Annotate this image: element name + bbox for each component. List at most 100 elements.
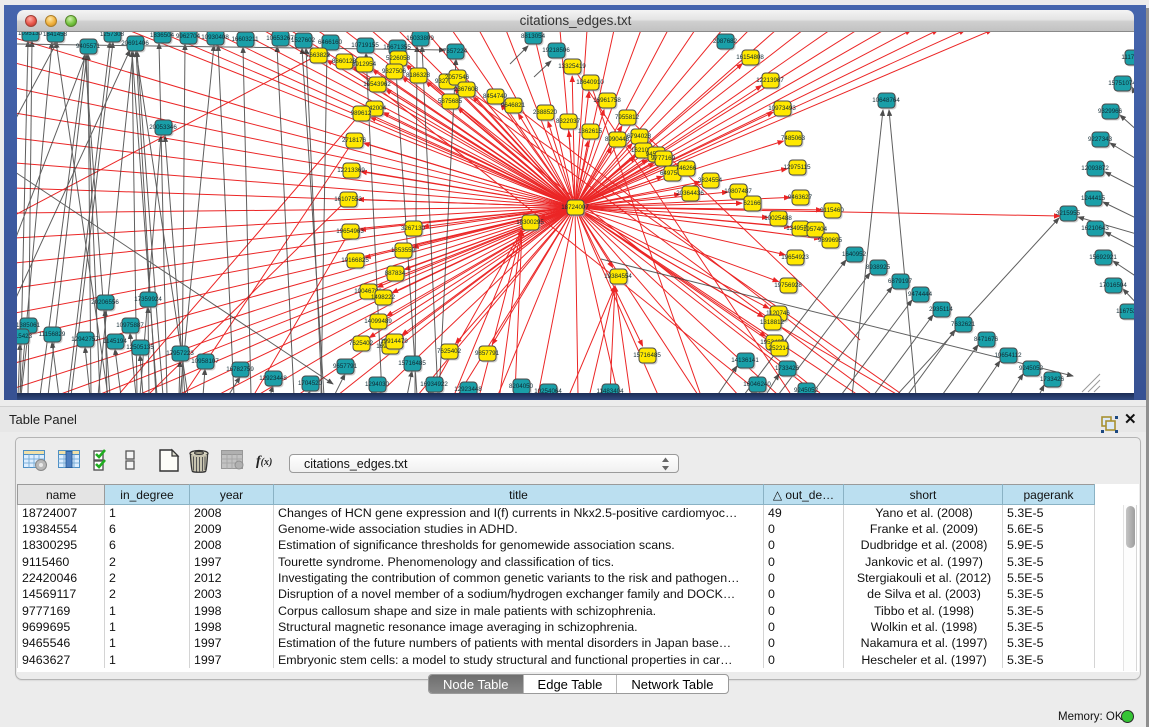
svg-text:1640952: 1640952: [842, 251, 867, 258]
svg-text:8322037: 8322037: [556, 118, 581, 125]
svg-text:1318812: 1318812: [760, 319, 785, 326]
svg-text:1733426: 1733426: [1040, 376, 1065, 383]
svg-text:887834: 887834: [385, 270, 406, 277]
svg-text:9405571: 9405571: [76, 43, 101, 50]
svg-text:2388520: 2388520: [533, 109, 558, 116]
svg-text:9899695: 9899695: [818, 237, 843, 244]
svg-text:8186328: 8186328: [406, 72, 431, 79]
svg-text:7625402: 7625402: [437, 348, 462, 355]
svg-text:1145194: 1145194: [103, 338, 127, 345]
svg-text:14136141: 14136141: [731, 357, 759, 364]
svg-text:18640910: 18640910: [576, 79, 604, 86]
svg-text:20206556: 20206556: [91, 299, 119, 306]
svg-text:17016504: 17016504: [1099, 282, 1127, 289]
svg-text:9777169: 9777169: [651, 155, 676, 162]
svg-text:9329966: 9329966: [1098, 108, 1123, 115]
svg-text:10648764: 10648764: [872, 97, 900, 104]
svg-text:10973493: 10973493: [768, 105, 796, 112]
svg-text:15692921: 15692921: [1089, 254, 1117, 261]
svg-text:8454749: 8454749: [483, 93, 508, 100]
svg-text:5875685: 5875685: [438, 98, 463, 105]
svg-text:19654923: 19654923: [781, 254, 809, 261]
svg-text:10807487: 10807487: [724, 188, 752, 195]
svg-text:9115460: 9115460: [820, 207, 844, 214]
svg-text:11156829: 11156829: [39, 331, 66, 338]
svg-text:20053346: 20053346: [149, 124, 177, 131]
svg-text:16210643: 16210643: [1081, 225, 1109, 232]
svg-text:7955812: 7955812: [615, 114, 640, 121]
svg-text:1095130: 1095130: [18, 32, 43, 37]
svg-text:9227343: 9227343: [1088, 136, 1113, 143]
svg-text:3267130: 3267130: [401, 225, 426, 232]
svg-text:8204050: 8204050: [509, 383, 534, 390]
svg-text:252214: 252214: [769, 345, 790, 352]
svg-text:14099489: 14099489: [364, 318, 392, 325]
svg-text:16782759: 16782759: [226, 366, 254, 373]
svg-text:19914479: 19914479: [380, 338, 408, 345]
svg-text:17957223: 17957223: [166, 350, 194, 357]
svg-text:19166825: 19166825: [341, 257, 369, 264]
svg-text:1362615: 1362615: [578, 128, 603, 135]
svg-text:1841458: 1841458: [43, 32, 68, 38]
svg-text:3215955: 3215955: [1056, 210, 1081, 217]
svg-text:12505135: 12505135: [126, 344, 154, 351]
svg-text:19218506: 19218506: [542, 47, 570, 54]
svg-text:13325419: 13325419: [558, 63, 586, 70]
svg-text:1527602: 1527602: [291, 37, 316, 44]
svg-text:12923448: 12923448: [259, 375, 287, 382]
svg-text:2087682: 2087682: [713, 38, 738, 45]
svg-text:9463627: 9463627: [788, 194, 813, 201]
svg-text:8938925: 8938925: [866, 264, 891, 271]
svg-text:7625402: 7625402: [349, 340, 374, 347]
svg-text:18300295: 18300295: [516, 219, 544, 226]
svg-text:746266: 746266: [676, 165, 697, 172]
svg-text:9245052: 9245052: [1019, 365, 1044, 372]
svg-text:16671355: 16671355: [383, 44, 411, 51]
svg-text:9646821: 9646821: [501, 102, 526, 109]
svg-text:20364436: 20364436: [676, 190, 704, 197]
svg-text:10719155: 10719155: [351, 42, 379, 49]
svg-text:62166: 62166: [743, 200, 761, 207]
svg-text:10975887: 10975887: [116, 322, 144, 329]
svg-text:1257308: 1257308: [100, 32, 125, 38]
svg-text:15751074: 15751074: [1108, 80, 1134, 87]
svg-text:8813054: 8813054: [521, 33, 546, 40]
svg-text:16033809: 16033809: [406, 35, 434, 42]
svg-text:1957404: 1957404: [803, 226, 828, 233]
svg-text:9657791: 9657791: [333, 363, 358, 370]
svg-text:f(x): f(x): [256, 454, 272, 469]
svg-text:1294030: 1294030: [365, 381, 390, 388]
svg-text:16603211: 16603211: [231, 36, 259, 43]
svg-text:1117534: 1117534: [1121, 54, 1134, 61]
svg-text:15716485: 15716485: [633, 352, 661, 359]
svg-text:6794028: 6794028: [627, 133, 652, 140]
svg-text:15716485: 15716485: [398, 360, 426, 367]
svg-text:20691406: 20691406: [121, 40, 149, 47]
svg-text:11483404: 11483404: [596, 388, 624, 393]
svg-text:7632621: 7632621: [951, 321, 976, 328]
svg-text:2718176: 2718176: [342, 137, 367, 144]
svg-text:9245052: 9245052: [794, 387, 819, 393]
svg-text:12213967: 12213967: [756, 77, 784, 84]
svg-text:8990448: 8990448: [605, 136, 630, 143]
svg-text:16107553: 16107553: [334, 196, 362, 203]
svg-text:9857791: 9857791: [475, 350, 500, 357]
svg-text:12923448: 12923448: [454, 386, 482, 393]
svg-text:10958107: 10958107: [191, 358, 219, 365]
svg-text:19756928: 19756928: [774, 282, 802, 289]
svg-text:12093872: 12093872: [1081, 165, 1109, 172]
svg-text:1353559: 1353559: [391, 247, 416, 254]
svg-text:7663822: 7663822: [306, 52, 331, 59]
svg-text:1704520: 1704520: [298, 380, 323, 387]
svg-text:989612: 989612: [351, 110, 372, 117]
svg-text:2367608: 2367608: [454, 86, 479, 93]
svg-text:1167534: 1167534: [1116, 308, 1134, 315]
svg-text:3824554: 3824554: [698, 177, 723, 184]
svg-text:1244415: 1244415: [1081, 195, 1106, 202]
svg-text:12213369: 12213369: [337, 167, 365, 174]
svg-text:12942757: 12942757: [71, 336, 99, 343]
svg-text:16154808: 16154808: [736, 54, 764, 61]
svg-text:19654963: 19654963: [336, 228, 364, 235]
svg-text:3915423: 3915423: [17, 333, 33, 340]
svg-text:8471676: 8471676: [974, 336, 999, 343]
